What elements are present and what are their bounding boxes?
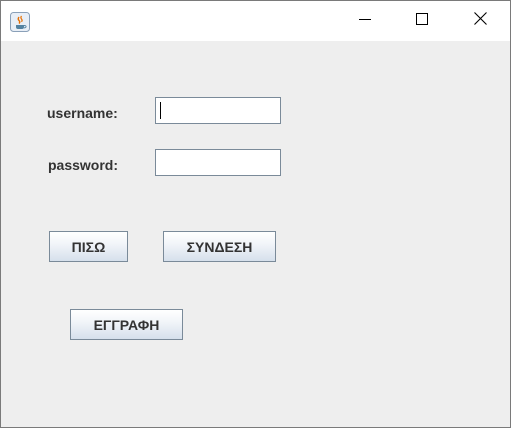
minimize-icon [359, 12, 371, 30]
password-field[interactable] [155, 149, 281, 176]
username-label: username: [47, 105, 118, 121]
register-button[interactable]: ΕΓΓΡΑΦΗ [70, 309, 183, 340]
title-bar[interactable] [1, 1, 510, 41]
login-panel: username: password: ΠΙΣΩ ΣΥΝΔΕΣΗ ΕΓΓΡΑΦΗ [1, 41, 510, 427]
minimize-button[interactable] [336, 1, 394, 41]
password-label: password: [48, 157, 119, 173]
login-button[interactable]: ΣΥΝΔΕΣΗ [163, 231, 276, 262]
java-icon[interactable] [10, 12, 30, 32]
close-button[interactable] [451, 1, 509, 41]
app-window: username: password: ΠΙΣΩ ΣΥΝΔΕΣΗ ΕΓΓΡΑΦΗ [0, 0, 511, 428]
username-field[interactable] [155, 97, 281, 124]
back-button[interactable]: ΠΙΣΩ [49, 231, 128, 262]
close-icon [473, 12, 487, 30]
text-caret [160, 102, 161, 119]
maximize-button[interactable] [393, 1, 451, 41]
maximize-icon [416, 12, 428, 30]
